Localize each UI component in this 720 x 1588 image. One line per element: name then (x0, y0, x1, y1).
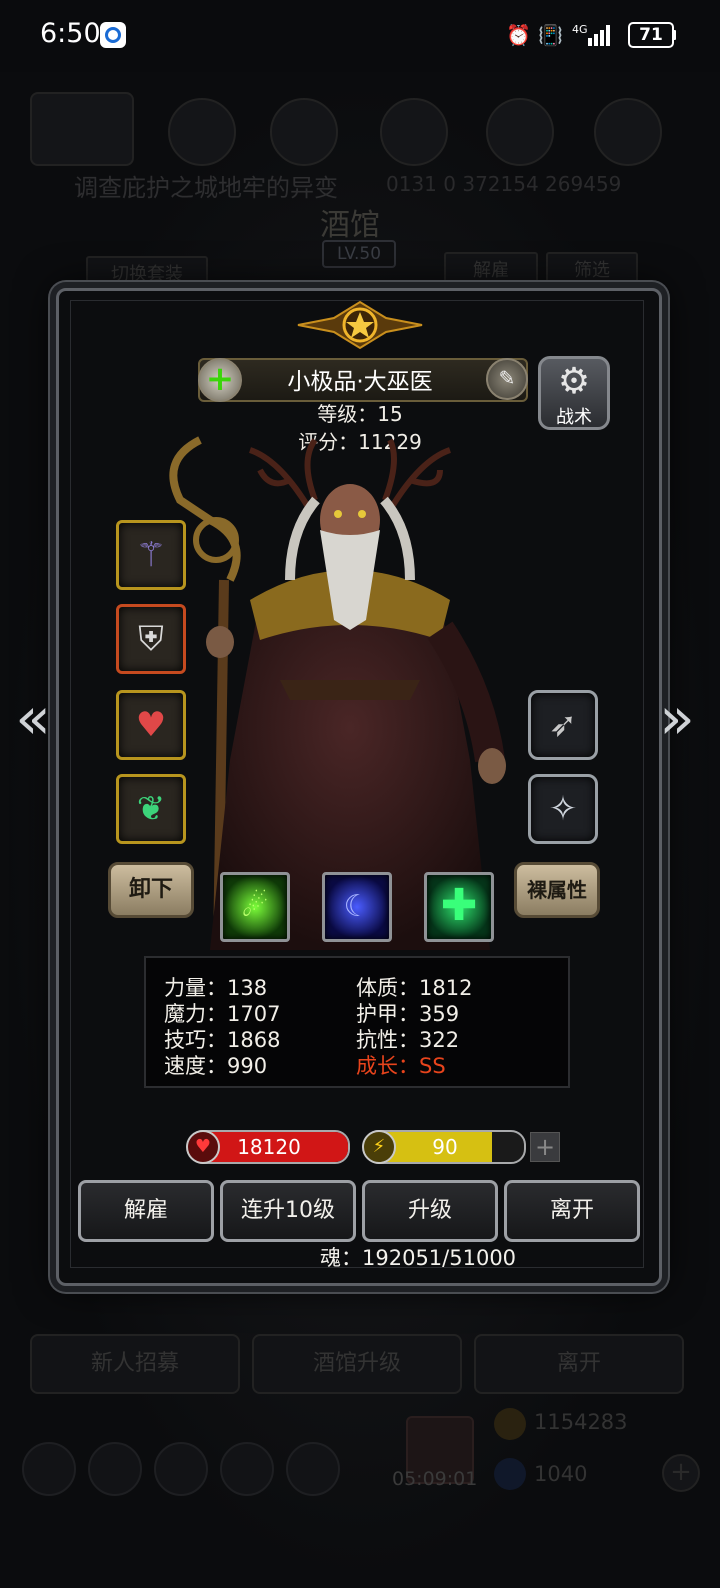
gem-amount: 1040 (534, 1462, 588, 1486)
skill-slot-1[interactable]: ☄ (220, 872, 290, 942)
hero-name: 小极品·大巫医 (287, 369, 433, 395)
quest-text: 调查庇护之城地牢的异变 (74, 174, 338, 202)
gem-icon (494, 1458, 526, 1490)
bottom-timer: 05:09:01 (392, 1468, 478, 1490)
top-menu-icon (270, 98, 338, 166)
previous-hero-arrow[interactable]: « (8, 686, 58, 750)
tavern-level-badge: LV.50 (322, 240, 396, 268)
battery-tip (672, 30, 676, 40)
menu-icon (88, 1442, 142, 1496)
heal-cross-icon: ✚ (440, 880, 478, 931)
gear-icon: ⚙ (557, 361, 591, 402)
top-menu-icon (486, 98, 554, 166)
leave-button[interactable]: 离开 (504, 1180, 640, 1242)
tavern-title: 酒馆 (320, 208, 380, 243)
top-menu-icon (168, 98, 236, 166)
crest-icon: ✧ (548, 789, 578, 829)
soul-counter: 魂：192051/51000 (320, 1246, 517, 1270)
vibrate-icon: 📳 (538, 23, 563, 47)
armor-icon: ⛨ (138, 619, 164, 659)
tactics-label: 战术 (556, 407, 592, 428)
stat-speed: 速度：990 (164, 1054, 268, 1078)
stat-growth: 成长：SS (356, 1054, 446, 1078)
weapon-slot[interactable]: ⚚ (116, 520, 186, 590)
menu-icon (154, 1442, 208, 1496)
base-attributes-button[interactable]: 裸属性 (514, 862, 600, 918)
menu-icon (22, 1442, 76, 1496)
gun-icon: ➶ (548, 705, 578, 745)
lightning-icon: ⚡ (362, 1130, 396, 1164)
bg-leave-button: 离开 (474, 1334, 684, 1394)
menu-icon (286, 1442, 340, 1496)
gold-amount: 1154283 (534, 1410, 628, 1434)
tactics-button[interactable]: ⚙ 战术 (538, 356, 610, 430)
top-menu-icon (380, 98, 448, 166)
add-currency-icon: + (662, 1454, 700, 1492)
menu-icon (220, 1442, 274, 1496)
unequip-button[interactable]: 卸下 (108, 862, 194, 918)
add-icon[interactable]: + (198, 358, 242, 402)
add-energy-button[interactable]: + (530, 1132, 560, 1162)
hero-level: 等级：15 (317, 402, 403, 426)
status-bar: 6:50 ⏰ 📳 4G 71 (0, 0, 720, 72)
skill-slot-2[interactable]: ☾ (322, 872, 392, 942)
blue-spirit-icon: ☾ (343, 889, 371, 924)
level-up-10-button[interactable]: 连升10级 (220, 1180, 356, 1242)
bg-filter-button: 筛选 (546, 252, 638, 290)
heart-icon: ♥ (186, 1130, 220, 1164)
offhand-slot[interactable]: ➶ (528, 690, 598, 760)
level-up-button[interactable]: 升级 (362, 1180, 498, 1242)
top-portrait-icon (30, 92, 134, 166)
quest-numbers: 0131 0 372154 269459 (386, 172, 622, 196)
green-claw-icon: ☄ (241, 889, 269, 924)
edit-name-icon[interactable]: ✎ (486, 358, 528, 400)
dismiss-button[interactable]: 解雇 (78, 1180, 214, 1242)
tavern-upgrade-button: 酒馆升级 (252, 1334, 462, 1394)
signal-icon (588, 24, 614, 46)
accessory-slot[interactable]: ❦ (116, 774, 186, 844)
heart-amulet-icon: ♥ (135, 705, 167, 745)
app-notification-icon (100, 22, 126, 48)
network-type: 4G (572, 23, 588, 36)
leaf-icon: ❦ (136, 789, 166, 829)
emblem-slot[interactable]: ✧ (528, 774, 598, 844)
battery-indicator: 71 (628, 22, 674, 48)
clock: 6:50 (40, 18, 101, 49)
necklace-slot[interactable]: ♥ (116, 690, 186, 760)
bg-dismiss-button: 解雇 (444, 252, 538, 290)
staff-icon: ⚚ (135, 535, 167, 575)
gold-icon (494, 1408, 526, 1440)
recruit-button: 新人招募 (30, 1334, 240, 1394)
armor-slot[interactable]: ⛨ (116, 604, 186, 674)
skill-slot-3[interactable]: ✚ (424, 872, 494, 942)
alarm-icon: ⏰ (506, 23, 531, 47)
emblem-icon (294, 298, 426, 352)
top-menu-icon (594, 98, 662, 166)
next-hero-arrow[interactable]: » (652, 686, 702, 750)
